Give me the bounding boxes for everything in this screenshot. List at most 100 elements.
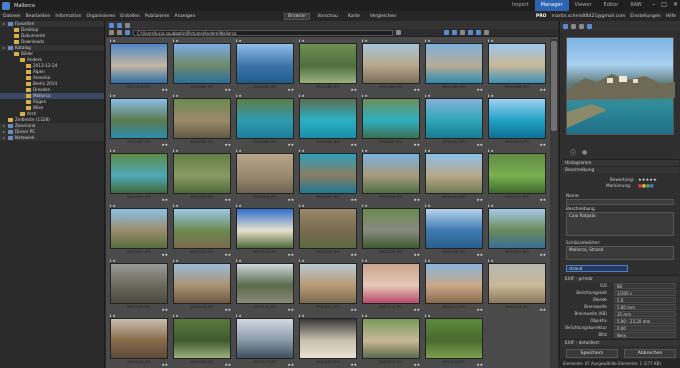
thumbnail-item[interactable]: ℹ ★ IMG0102.JPG ★★ [171,204,233,260]
section-description[interactable]: Beschreibung [562,166,679,173]
thumbnail-item[interactable]: ℹ ★ IMG0106.JPG ★★ [423,204,485,260]
zoom-in-icon[interactable] [571,23,576,29]
thumbnail-rating-icon[interactable]: ★★ [288,143,294,147]
rotate-left-icon[interactable] [468,30,473,35]
thumbnail-rating-icon[interactable]: ★★ [351,198,357,202]
rating-stars[interactable]: ★★★★★ [638,177,657,182]
thumbnail-rating-icon[interactable]: ★★ [225,198,231,202]
zoom-out-icon[interactable] [579,23,584,29]
thumbnail-item[interactable]: ℹ ★ IMG0107.JPG ★★ [486,204,548,260]
thumbnail-rating-icon[interactable]: ★★ [162,308,168,312]
exif-value[interactable]: 0.00 [614,325,676,331]
thumbnail-item[interactable]: ℹ ★ IMG0080.JPG ★★ [171,39,233,95]
exif-value[interactable]: 1/300 s [614,290,676,296]
thumbnail-item[interactable]: ℹ ★ IMG0093.JPG ★★ [486,94,548,150]
thumbnail-item[interactable]: ℹ ★ IMG0117.JPG ★★ [234,314,296,368]
thumbnail-rating-icon[interactable]: ★★ [162,198,168,202]
thumbnail-item[interactable]: ℹ ★ IMG0103.JPG ★★ [234,204,296,260]
thumbnail-rating-icon[interactable]: ★★ [477,198,483,202]
thumbnail-rating-icon[interactable]: ★★ [351,253,357,257]
refresh-icon[interactable] [396,30,401,35]
folder-up-icon[interactable] [125,30,130,35]
thumbnail-item[interactable]: ℹ ★ IMG0084.JPG ★★ [360,39,422,95]
save-button[interactable]: Speichern [566,349,618,358]
thumbnail-rating-icon[interactable]: ★★ [162,363,168,367]
select-all-icon[interactable] [460,30,465,35]
thumbnail-item[interactable]: ℹ ★ IMG0086.JPG ★★ [486,39,548,95]
tags-tab-icon[interactable]: ● [582,149,587,156]
account-email[interactable]: martin.schmidt8421@gmail.com [552,14,626,19]
thumbnail-item[interactable]: ℹ ★ IMG0098.JPG ★★ [360,149,422,205]
exif-value[interactable]: 35 mm [614,311,676,317]
thumbnail-item[interactable]: ℹ ★ IMG0120.JPG ★★ [423,314,485,368]
name-field[interactable] [566,199,674,205]
thumbnail-rating-icon[interactable]: ★★ [351,308,357,312]
maximize-icon[interactable]: □ [661,1,667,8]
thumbnail-rating-icon[interactable]: ★★ [477,363,483,367]
view-tab-vorschau[interactable]: Vorschau [314,14,341,19]
exif-value[interactable]: 5.80 mm [614,304,676,310]
menu-organisieren[interactable]: Organisieren [86,14,115,19]
thumbnail-rating-icon[interactable]: ★★ [414,198,420,202]
thumbnail-rating-icon[interactable]: ★★ [225,143,231,147]
menu-erstellen[interactable]: Erstellen [120,14,140,19]
caption-field[interactable]: Cala Ratjada [566,212,674,236]
thumbnail-rating-icon[interactable]: ★★ [225,253,231,257]
thumbnail-rating-icon[interactable]: ★★ [477,308,483,312]
delete-icon[interactable] [484,30,489,35]
thumbnail-item[interactable]: ℹ ★ IMG0108.JPG ★★ [108,259,170,315]
thumbnail-rating-icon[interactable]: ★★ [225,88,231,92]
rotate-right-icon[interactable] [476,30,481,35]
menu-publizieren[interactable]: Publizieren [145,14,170,19]
close-icon[interactable]: ✕ [673,1,678,8]
thumbnail-item[interactable]: ℹ ★ IMG0079.JPG ★★ [108,39,170,95]
thumbnail-item[interactable]: ℹ ★ IMG0118.JPG ★★ [297,314,359,368]
mode-tab-import[interactable]: Import [506,0,535,11]
thumbnail-rating-icon[interactable]: ★★ [540,143,546,147]
thumbnail-item[interactable]: ℹ ★ IMG0116.JPG ★★ [171,314,233,368]
back-icon[interactable] [109,30,114,35]
thumbnail-rating-icon[interactable]: ★★ [414,143,420,147]
exif-value[interactable]: 5.80 - 23.20 mm [614,318,676,324]
help-link[interactable]: Hilfe [666,14,676,19]
section-histogram[interactable]: Histogramm [562,159,679,166]
thumbnail-rating-icon[interactable]: ★★ [477,253,483,257]
minimize-icon[interactable]: – [652,1,655,8]
thumbnail-rating-icon[interactable]: ★★ [414,363,420,367]
thumbnail-item[interactable]: ℹ ★ IMG0110.JPG ★★ [234,259,296,315]
thumbnail-item[interactable]: ℹ ★ IMG0092.JPG ★★ [423,94,485,150]
thumbnail-rating-icon[interactable]: ★★ [540,198,546,202]
menu-information[interactable]: Information [55,14,81,19]
thumbnail-rating-icon[interactable]: ★★ [225,363,231,367]
thumbnail-item[interactable]: ℹ ★ IMG0095.JPG ★★ [171,149,233,205]
exif-value[interactable]: 80 [614,283,676,289]
thumbnail-item[interactable]: ℹ ★ IMG0119.JPG ★★ [360,314,422,368]
menu-anzeigen[interactable]: Anzeigen [175,14,196,19]
exif-value[interactable]: Nein [614,332,676,338]
thumbnail-rating-icon[interactable]: ★★ [288,88,294,92]
thumbnail-item[interactable]: ℹ ★ IMG0115.JPG ★★ [108,314,170,368]
thumbnail-item[interactable]: ℹ ★ IMG0088.JPG ★★ [171,94,233,150]
thumbnail-item[interactable]: ℹ ★ IMG0109.JPG ★★ [171,259,233,315]
info-tab-icon[interactable]: ⓘ [570,148,576,157]
thumbnail-item[interactable]: ℹ ★ IMG0113.JPG ★★ [423,259,485,315]
thumbnail-item[interactable]: ℹ ★ IMG0090.JPG ★★ [297,94,359,150]
thumbnail-rating-icon[interactable]: ★★ [351,88,357,92]
thumbnail-item[interactable]: ℹ ★ IMG0104.JPG ★★ [297,204,359,260]
thumbnail-rating-icon[interactable]: ★★ [288,363,294,367]
thumbnail-rating-icon[interactable]: ★★ [477,88,483,92]
thumbnail-rating-icon[interactable]: ★★ [414,88,420,92]
grid-view-icon[interactable] [109,22,114,28]
thumbnail-rating-icon[interactable]: ★★ [351,143,357,147]
menu-dateien[interactable]: Dateien [3,14,21,19]
view-tab-browser[interactable]: Browser [284,12,311,20]
path-input[interactable]: C:\Users\lucia.soubbotin\Pictures\Andere… [133,29,393,36]
fullscreen-icon[interactable] [587,23,592,29]
mode-tab-raw[interactable]: RAW [624,0,647,11]
thumbnail-item[interactable]: ℹ ★ IMG0083.JPG ★★ [297,39,359,95]
thumbnail-item[interactable]: ℹ ★ IMG0097.JPG ★★ [297,149,359,205]
filter-icon[interactable] [444,30,449,35]
list-view-icon[interactable] [117,22,122,28]
details-view-icon[interactable] [125,22,130,28]
forward-icon[interactable] [117,30,122,35]
